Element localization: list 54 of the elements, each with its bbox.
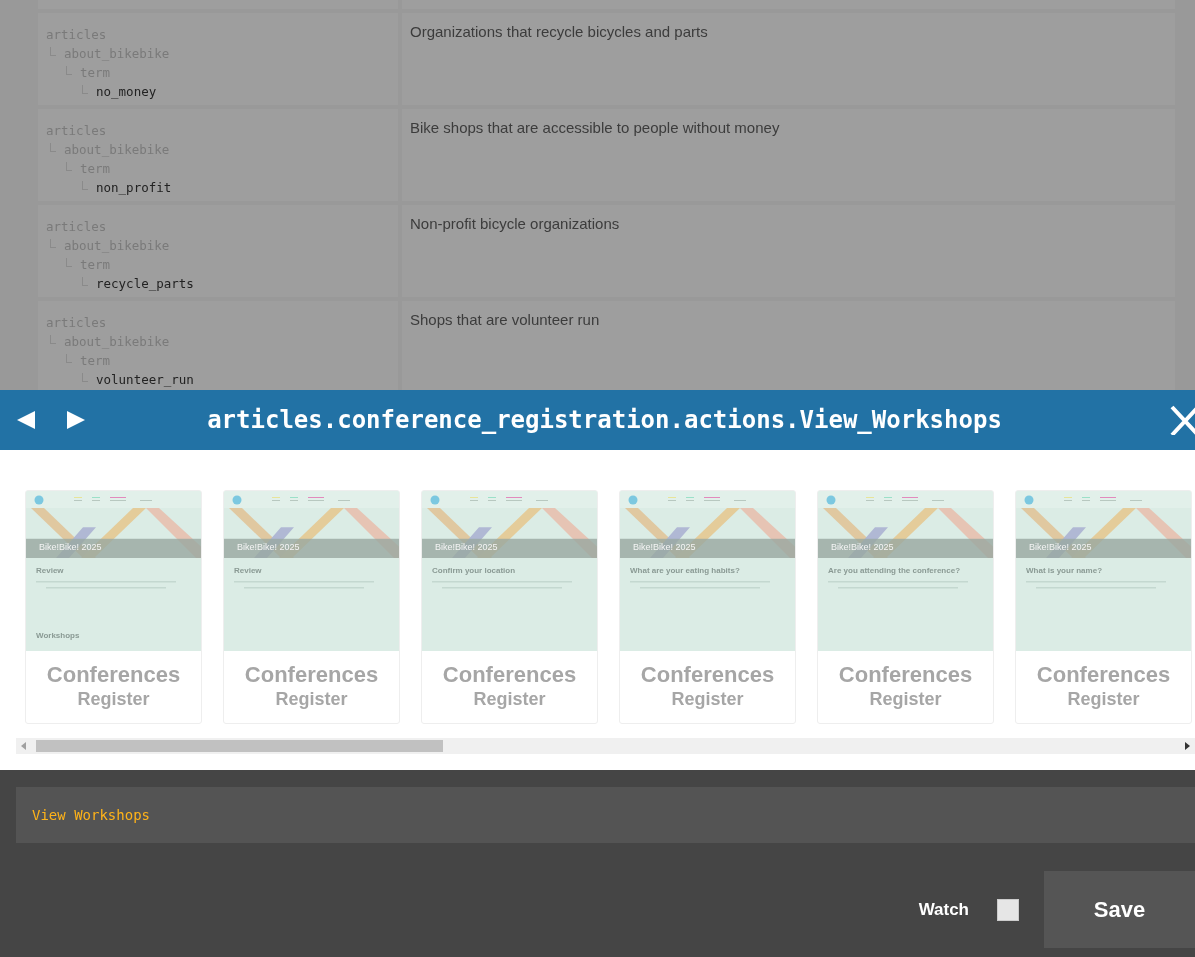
logo-icon — [628, 494, 638, 505]
logo-icon — [430, 494, 440, 505]
card-subtitle: Register — [473, 688, 546, 710]
logo-icon — [826, 494, 836, 505]
card-title: Conferences — [640, 662, 775, 688]
page-card[interactable]: Bike!Bike! 2025 Review Conferences Register — [223, 490, 400, 724]
page-heading: Are you attending the conference? — [828, 566, 961, 575]
card-subtitle: Register — [77, 688, 150, 710]
key-label: non_profit — [96, 180, 172, 195]
dialog-title: articles.conference_registration.actions.View_Workshops — [206, 406, 1003, 434]
description-text: Bike shops that are accessible to people without money — [409, 118, 781, 138]
banner-title: Bike!Bike! 2025 — [39, 542, 102, 552]
page-heading: Review — [36, 566, 64, 575]
save-button[interactable]: Save — [1044, 871, 1195, 948]
card-subtitle: Register — [1067, 688, 1140, 710]
description-text: Organizations that recycle bicycles and parts — [409, 22, 709, 42]
key-label: no_money — [96, 84, 157, 99]
description-text: Non-profit bicycle organizations — [409, 214, 621, 234]
page-heading: Workshops — [36, 631, 80, 640]
card-subtitle: Register — [275, 688, 348, 710]
scrollbar-thumb[interactable] — [36, 740, 443, 752]
banner-title: Bike!Bike! 2025 — [1029, 542, 1092, 552]
page-card[interactable]: Bike!Bike! 2025 Are you attending the conference? Conferences Register — [817, 490, 994, 724]
card-title: Conferences — [46, 662, 181, 688]
key-label: volunteer_run — [96, 372, 194, 387]
banner-title: Bike!Bike! 2025 — [831, 542, 894, 552]
text-field[interactable]: View Workshops — [16, 787, 1195, 843]
page-card[interactable]: Bike!Bike! 2025 What are your eating habits? Conferences Register — [619, 490, 796, 724]
page-heading: Review — [234, 566, 262, 575]
banner-title: Bike!Bike! 2025 — [435, 542, 498, 552]
logo-icon — [232, 494, 242, 505]
banner-title: Bike!Bike! 2025 — [237, 542, 300, 552]
page-heading: What are your eating habits? — [630, 566, 740, 575]
banner-title: Bike!Bike! 2025 — [633, 542, 696, 552]
card-subtitle: Register — [671, 688, 744, 710]
page-card[interactable]: Bike!Bike! 2025 Review Workshops Conferences Register — [25, 490, 202, 724]
card-title: Conferences — [838, 662, 973, 688]
page-card[interactable]: Bike!Bike! 2025 What is your name? Conferences Register — [1015, 490, 1192, 724]
card-title: Conferences — [1036, 662, 1171, 688]
watch-label: Watch — [918, 899, 969, 920]
card-subtitle: Register — [869, 688, 942, 710]
close-icon[interactable] — [1170, 405, 1195, 435]
watch-checkbox[interactable] — [997, 898, 1019, 921]
page-heading: What is your name? — [1026, 566, 1102, 575]
description-text: Shops that are volunteer run — [409, 310, 601, 330]
key-label: recycle_parts — [96, 276, 194, 291]
card-title: Conferences — [442, 662, 577, 688]
scroll-right-icon[interactable] — [1183, 742, 1191, 750]
logo-icon — [34, 494, 44, 505]
page-heading: Confirm your location — [432, 566, 516, 575]
logo-icon — [1024, 494, 1034, 505]
card-title: Conferences — [244, 662, 379, 688]
page-card[interactable]: Bike!Bike! 2025 Confirm your location Conferences Register — [421, 490, 598, 724]
horizontal-scrollbar[interactable] — [16, 738, 1195, 754]
